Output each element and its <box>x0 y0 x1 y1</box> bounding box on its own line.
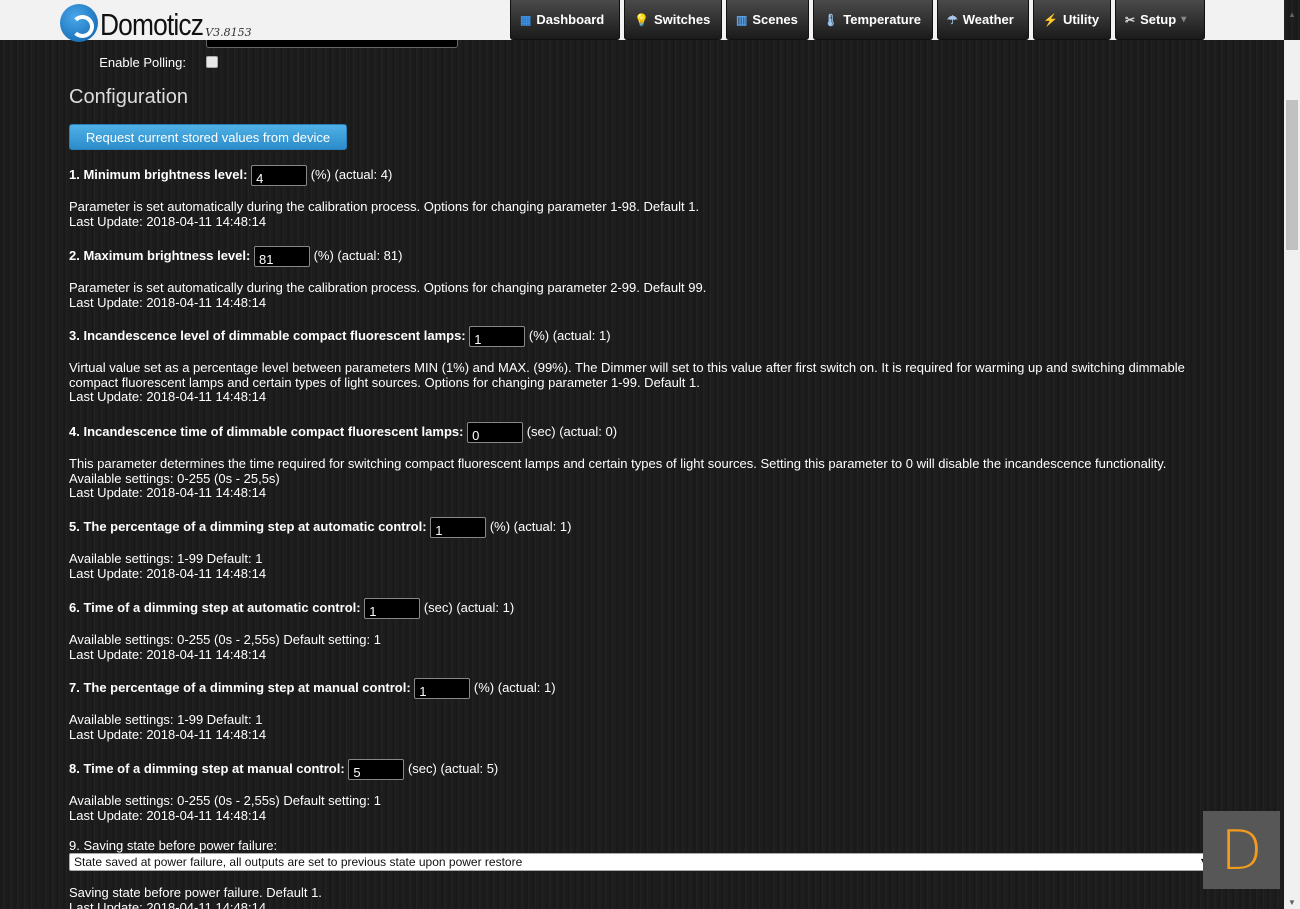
param-suffix: (sec) (actual: 1) <box>423 600 515 615</box>
param-label: 6. Time of a dimming step at automatic c… <box>69 600 361 615</box>
param-6: 6. Time of a dimming step at automatic c… <box>69 597 514 662</box>
param-value-input[interactable]: 1 <box>469 326 526 348</box>
weather-icon: ☂ <box>947 12 958 27</box>
param-last-update: Last Update: 2018-04-11 14:48:14 <box>69 807 267 823</box>
param-suffix: (%) (actual: 1) <box>528 328 611 343</box>
param-value-input[interactable]: 4 <box>251 165 308 187</box>
param-value-input[interactable]: 0 <box>467 422 524 444</box>
param-1: 1. Minimum brightness level: 4 (%) (actu… <box>69 164 699 229</box>
saving-state-select[interactable]: State saved at power failure, all output… <box>69 853 1214 871</box>
nav-utility[interactable]: ⚡ Utility <box>1033 0 1111 40</box>
param-description: Available settings: 0-255 (0s - 2,55s) D… <box>69 793 381 808</box>
param-value-input[interactable]: 81 <box>253 246 310 268</box>
param-4: 4. Incandescence time of dimmable compac… <box>69 421 1166 501</box>
nav-switches[interactable]: 💡 Switches <box>624 0 722 40</box>
request-stored-values-button[interactable]: Request current stored values from devic… <box>69 124 347 150</box>
param-label: 7. The percentage of a dimming step at m… <box>69 680 411 695</box>
param-last-update: Last Update: 2018-04-11 14:48:14 <box>69 485 267 501</box>
param-value-input[interactable]: 1 <box>430 517 487 539</box>
param-8: 8. Time of a dimming step at manual cont… <box>69 758 498 823</box>
param-3: 3. Incandescence level of dimmable compa… <box>69 325 1185 405</box>
nav-weather[interactable]: ☂ Weather <box>937 0 1029 40</box>
param-suffix: (%) (actual: 1) <box>473 680 556 695</box>
param-description: This parameter determines the time requi… <box>69 456 1167 471</box>
nav-label: Temperature <box>843 12 922 27</box>
param-9-last-update: Last Update: 2018-04-11 14:48:14 <box>69 899 267 909</box>
saving-state-selected-value: State saved at power failure, all output… <box>74 855 523 869</box>
enable-polling-label: Enable Polling: <box>99 55 186 70</box>
param-last-update: Last Update: 2018-04-11 14:48:14 <box>69 646 267 662</box>
param-label: 2. Maximum brightness level: <box>69 248 251 263</box>
scenes-icon: ▥ <box>736 12 748 27</box>
scrollbar[interactable]: ▲ ▼ <box>1284 10 1300 909</box>
app-name: Domoticz <box>100 7 204 42</box>
logo[interactable]: Domoticz V3.8153 <box>60 4 252 42</box>
nav-label: Weather <box>962 12 1014 27</box>
param-9-label: 9. Saving state before power failure: <box>69 838 278 853</box>
param-description: Available settings: 1-99 Default: 1 <box>69 712 263 727</box>
param-suffix: (%) (actual: 1) <box>489 519 572 534</box>
param-7: 7. The percentage of a dimming step at m… <box>69 677 556 742</box>
param-last-update: Last Update: 2018-04-11 14:48:14 <box>69 389 267 405</box>
param-description: Virtual value set as a percentage level … <box>69 360 1185 375</box>
utility-icon: ⚡ <box>1043 12 1058 27</box>
param-5: 5. The percentage of a dimming step at a… <box>69 516 571 581</box>
main-nav: ▦ Dashboard 💡 Switches ▥ Scenes 🌡 Temperature ☂ W… <box>510 0 1205 40</box>
tools-icon: ✂ <box>1125 12 1136 27</box>
domoticz-badge-icon[interactable]: D <box>1203 811 1280 889</box>
param-value-input[interactable]: 1 <box>364 598 421 620</box>
param-value-input[interactable]: 1 <box>414 678 471 700</box>
param-label: 8. Time of a dimming step at manual cont… <box>69 761 345 776</box>
param-2: 2. Maximum brightness level: 81 (%) (act… <box>69 245 706 310</box>
nav-setup[interactable]: ✂ Setup ▾ <box>1115 0 1205 40</box>
param-suffix: (sec) (actual: 0) <box>526 424 618 439</box>
param-9-desc: Saving state before power failure. Defau… <box>69 885 322 909</box>
param-label: 4. Incandescence time of dimmable compac… <box>69 424 464 439</box>
dashboard-icon: ▦ <box>520 12 532 27</box>
param-last-update: Last Update: 2018-04-11 14:48:14 <box>69 726 267 742</box>
thermometer-icon: 🌡 <box>823 12 839 27</box>
scrollbar-thumb[interactable] <box>1286 100 1298 250</box>
domoticz-logo-icon <box>60 4 98 42</box>
param-last-update: Last Update: 2018-04-11 14:48:14 <box>69 565 267 581</box>
nav-label: Dashboard <box>536 12 605 27</box>
param-description: compact fluorescent lamps and certain ty… <box>69 374 700 390</box>
chevron-down-icon: ▾ <box>1181 14 1187 25</box>
configuration-heading: Configuration <box>69 86 188 108</box>
param-last-update: Last Update: 2018-04-11 14:48:14 <box>69 294 267 310</box>
param-value-input[interactable]: 5 <box>348 759 405 781</box>
param-description: Parameter is set automatically during th… <box>69 280 707 295</box>
nav-dashboard[interactable]: ▦ Dashboard <box>510 0 620 40</box>
param-suffix: (%) (actual: 4) <box>310 167 393 182</box>
param-description: Available settings: 0-255 (0s - 2,55s) D… <box>69 632 381 647</box>
nav-label: Setup <box>1140 12 1177 27</box>
param-last-update: Last Update: 2018-04-11 14:48:14 <box>69 213 267 229</box>
top-bar: Domoticz V3.8153 ▦ Dashboard 💡 Switches ▥ Sce… <box>0 0 1284 42</box>
param-description: Available settings: 0-255 (0s - 25,5s) <box>69 470 280 486</box>
param-label: 3. Incandescence level of dimmable compa… <box>69 328 466 343</box>
nav-label: Scenes <box>752 12 798 27</box>
nav-label: Utility <box>1062 12 1100 27</box>
param-suffix: (sec) (actual: 5) <box>407 761 499 776</box>
app-version: V3.8153 <box>205 26 252 39</box>
param-description: Available settings: 1-99 Default: 1 <box>69 551 263 566</box>
nav-scenes[interactable]: ▥ Scenes <box>726 0 809 40</box>
scroll-down-icon[interactable]: ▼ <box>1288 898 1296 907</box>
lightbulb-icon: 💡 <box>634 12 649 27</box>
nav-label: Switches <box>653 12 711 27</box>
enable-polling-checkbox[interactable] <box>206 56 218 68</box>
param-label: 5. The percentage of a dimming step at a… <box>69 519 427 534</box>
nav-temperature[interactable]: 🌡 Temperature <box>813 0 933 40</box>
param-9-description: Saving state before power failure. Defau… <box>69 885 322 900</box>
param-suffix: (%) (actual: 81) <box>313 248 403 263</box>
param-description: Parameter is set automatically during th… <box>69 199 700 214</box>
param-label: 1. Minimum brightness level: <box>69 167 248 182</box>
